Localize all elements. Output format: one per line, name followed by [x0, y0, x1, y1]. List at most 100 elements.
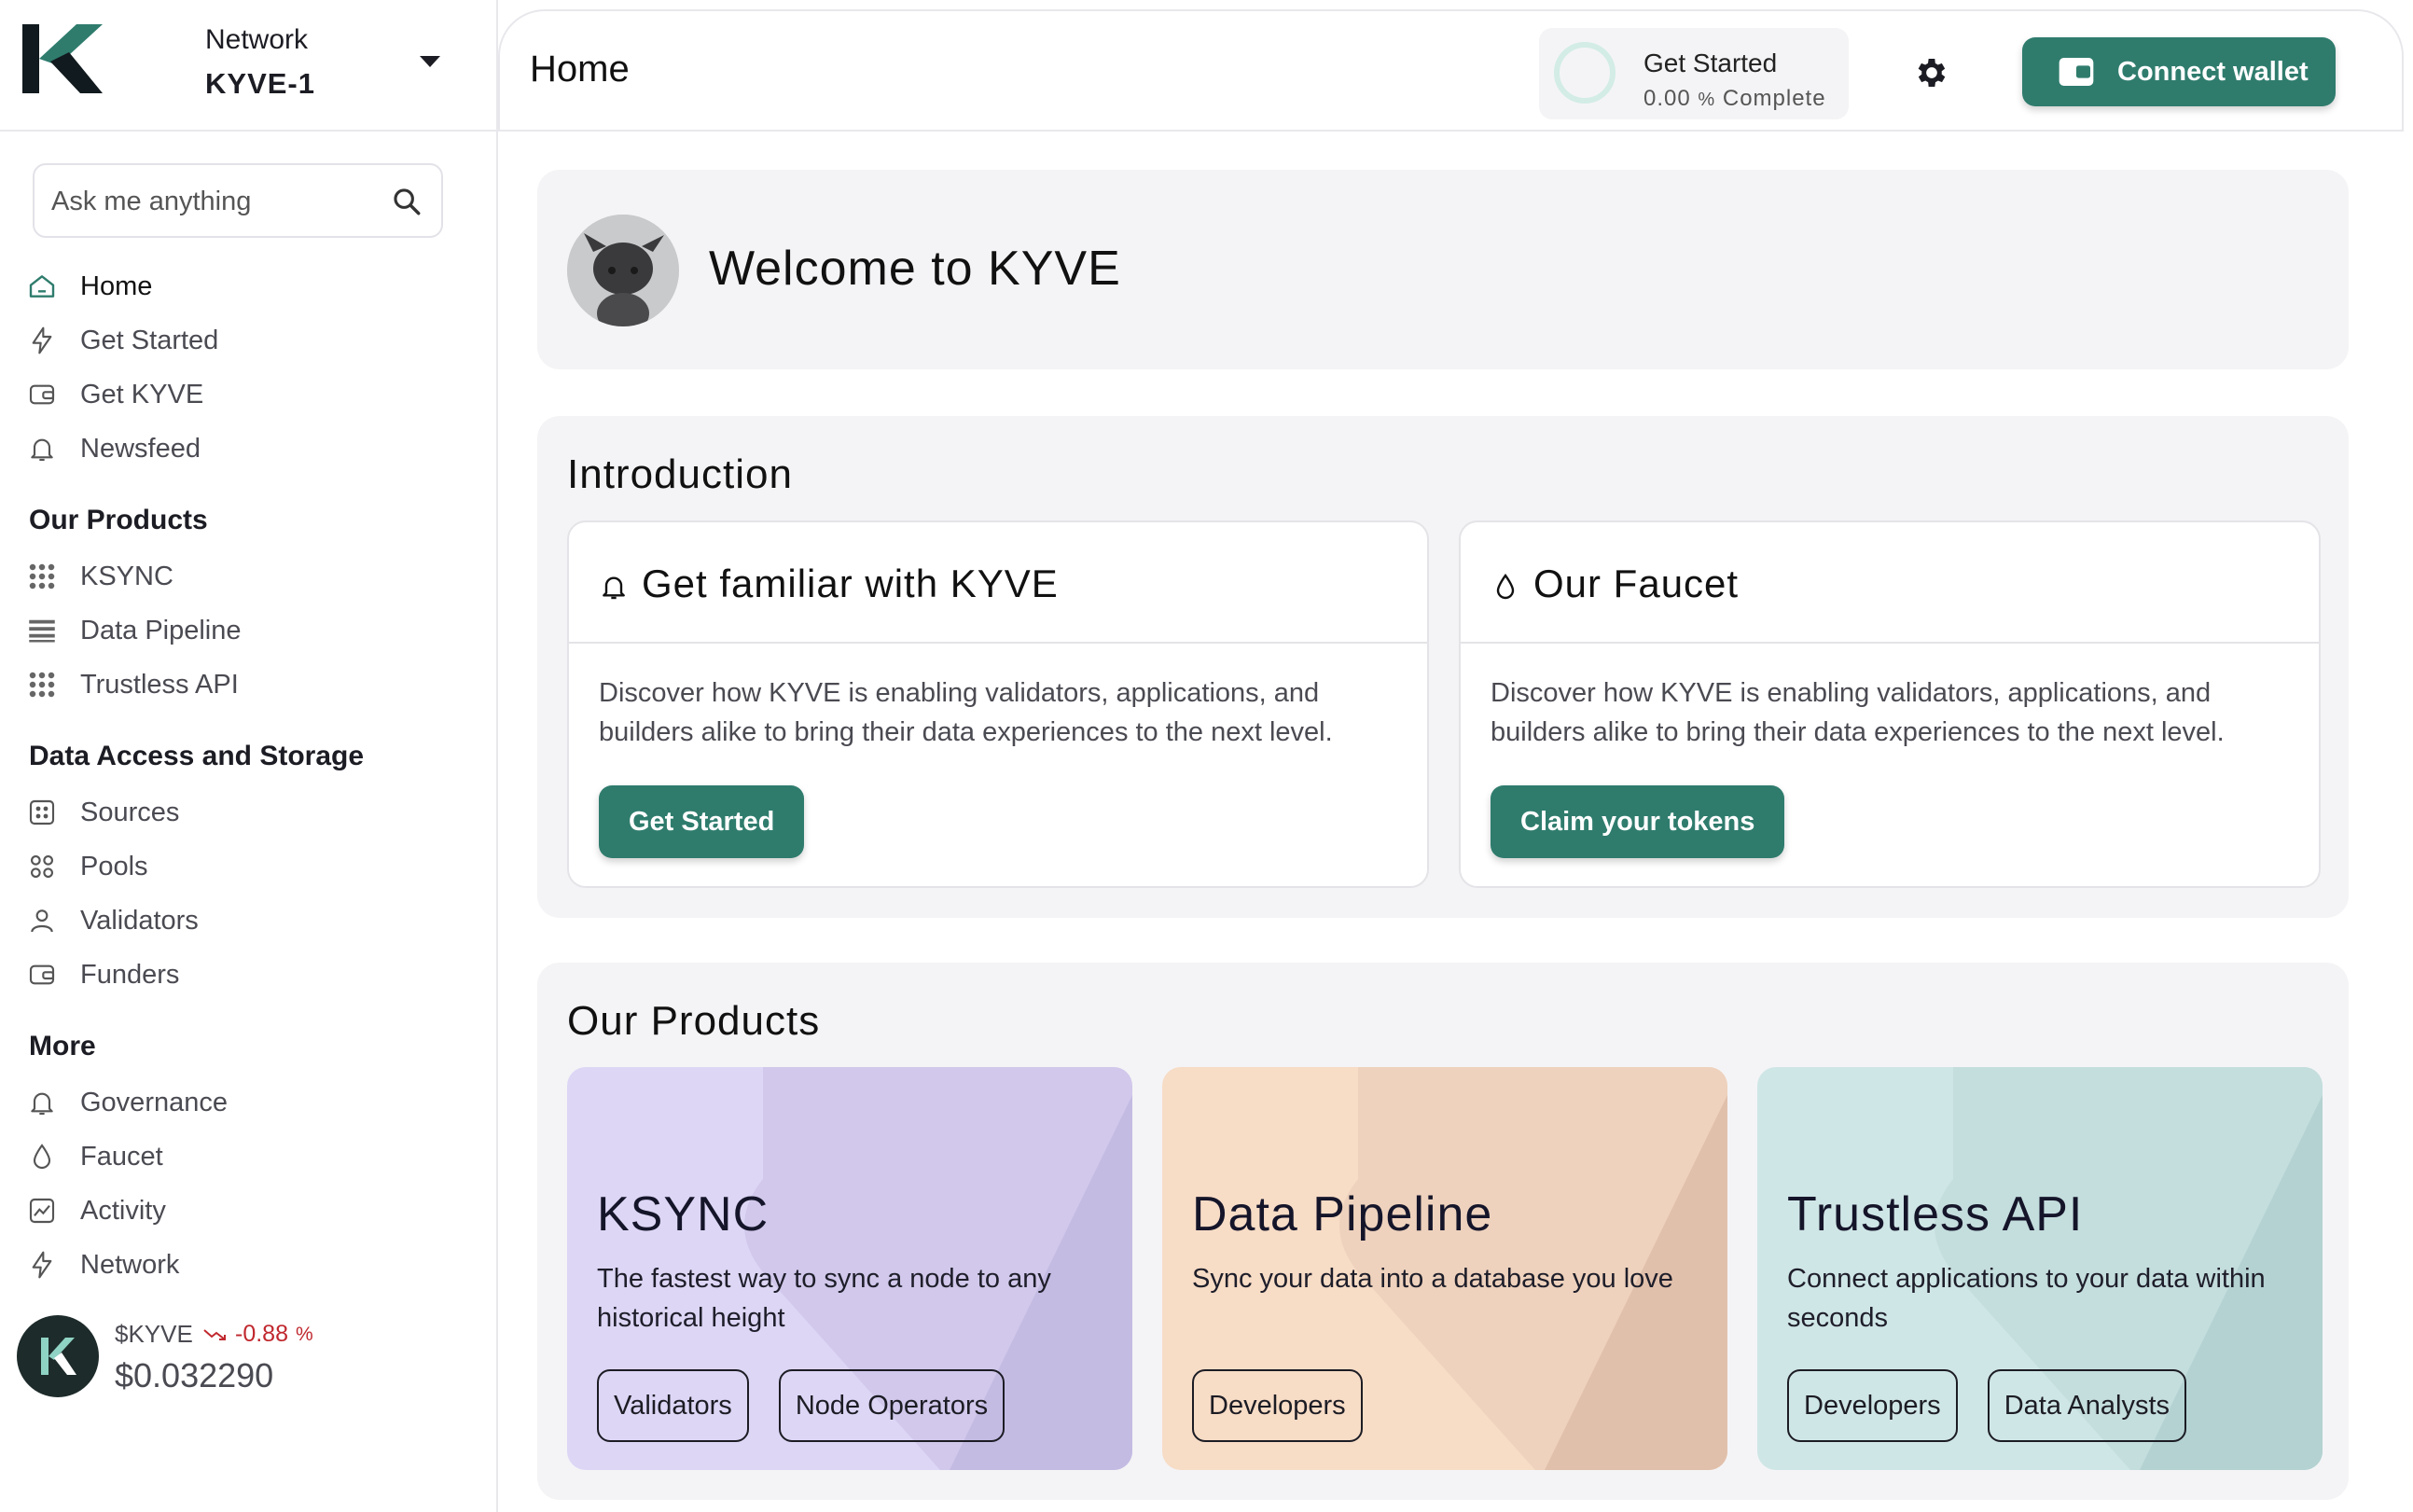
introduction-panel: Introduction Get familiar with KYVE Disc…	[537, 416, 2349, 918]
sidebar-item-ksync[interactable]: KSYNC	[26, 554, 173, 599]
product-card-ksync[interactable]: KSYNC The fastest way to sync a node to …	[567, 1067, 1132, 1470]
bell-icon	[26, 433, 58, 465]
sidebar-item-data-pipeline[interactable]: Data Pipeline	[26, 608, 242, 653]
sidebar-item-label: Get KYVE	[80, 379, 204, 409]
sidebar-item-activity[interactable]: Activity	[26, 1188, 166, 1233]
wallet-icon	[26, 379, 58, 410]
trend-down-icon	[203, 1328, 226, 1340]
sidebar-item-network[interactable]: Network	[26, 1242, 179, 1287]
sidebar-item-faucet[interactable]: Faucet	[26, 1134, 163, 1179]
user-icon	[26, 905, 58, 936]
product-title: KSYNC	[597, 1187, 770, 1242]
avatar	[567, 215, 679, 326]
progress-unit: %	[1698, 90, 1716, 110]
product-title: Trustless API	[1787, 1187, 2084, 1242]
tag-list: Validators Node Operators	[597, 1369, 1005, 1442]
bell-icon	[26, 1087, 58, 1118]
sidebar-item-home[interactable]: Home	[26, 264, 152, 309]
introduction-heading: Introduction	[567, 451, 793, 497]
tag-developers[interactable]: Developers	[1192, 1369, 1363, 1442]
sidebar-item-label: Faucet	[80, 1141, 163, 1172]
kyve-logo[interactable]	[22, 24, 103, 93]
sidebar-item-validators[interactable]: Validators	[26, 898, 199, 943]
wallet-icon	[26, 959, 58, 991]
connect-wallet-button[interactable]: Connect wallet	[2022, 37, 2336, 106]
search-icon[interactable]	[391, 186, 423, 217]
tag-node-operators[interactable]: Node Operators	[778, 1369, 1005, 1442]
chevron-down-icon[interactable]	[420, 56, 440, 67]
sidebar-item-get-kyve[interactable]: Get KYVE	[26, 372, 203, 417]
progress-suffix: Complete	[1722, 86, 1826, 111]
bell-icon	[603, 576, 625, 600]
sidebar-item-get-started[interactable]: Get Started	[26, 318, 218, 363]
page-title: Home	[530, 49, 630, 90]
price-change: -0.88 %	[203, 1321, 313, 1348]
sidebar-item-label: Funders	[80, 959, 180, 990]
welcome-title: Welcome to KYVE	[709, 242, 1121, 296]
bolt-icon	[26, 325, 58, 356]
progress-value: 0.00	[1643, 86, 1691, 111]
section-heading-data-access: Data Access and Storage	[29, 741, 365, 771]
gear-icon[interactable]	[1913, 54, 1950, 91]
sidebar-item-label: Governance	[80, 1087, 228, 1117]
search-input[interactable]	[51, 182, 387, 221]
tag-list: Developers Data Analysts	[1787, 1369, 2187, 1442]
sidebar-item-label: Pools	[80, 851, 148, 881]
product-description: The fastest way to sync a node to any hi…	[597, 1264, 1051, 1333]
card-text: Discover how KYVE is enabling validators…	[1491, 678, 2225, 747]
sidebar-item-label: Data Pipeline	[80, 615, 242, 645]
product-card-trustless-api[interactable]: Trustless API Connect applications to yo…	[1757, 1067, 2323, 1470]
sidebar: Network KYVE-1 Home Get Started Get KYVE…	[0, 0, 498, 1512]
product-description: Connect applications to your data within…	[1787, 1264, 2266, 1333]
sidebar-item-label: Newsfeed	[80, 433, 201, 464]
card-header: Get familiar with KYVE	[569, 522, 1427, 644]
tag-data-analysts[interactable]: Data Analysts	[1987, 1369, 2187, 1442]
wallet-icon	[2059, 58, 2094, 86]
tag-list: Developers	[1192, 1369, 1363, 1442]
home-icon	[26, 270, 58, 302]
search-box[interactable]	[33, 163, 443, 238]
get-started-progress[interactable]: Get Started 0.00 % Complete	[1539, 28, 1849, 119]
sidebar-item-trustless-api[interactable]: Trustless API	[26, 662, 239, 707]
price-change-value: -0.88	[235, 1321, 288, 1347]
sidebar-item-sources[interactable]: Sources	[26, 790, 179, 835]
tag-validators[interactable]: Validators	[597, 1369, 749, 1442]
get-started-button[interactable]: Get Started	[599, 785, 805, 858]
top-header: Home Get Started 0.00 % Complete Connect…	[498, 9, 2404, 132]
sidebar-item-funders[interactable]: Funders	[26, 952, 179, 997]
section-heading-more: More	[29, 1031, 96, 1061]
claim-tokens-button[interactable]: Claim your tokens	[1491, 785, 1785, 858]
drop-icon	[26, 1141, 58, 1172]
token-price-widget[interactable]: $KYVE -0.88 % $0.032290	[17, 1315, 483, 1401]
product-card-data-pipeline[interactable]: Data Pipeline Sync your data into a data…	[1162, 1067, 1727, 1470]
sidebar-item-governance[interactable]: Governance	[26, 1080, 228, 1125]
price-change-unit: %	[295, 1323, 313, 1345]
sidebar-item-label: KSYNC	[80, 561, 173, 591]
pools-icon	[26, 851, 58, 882]
sidebar-item-newsfeed[interactable]: Newsfeed	[26, 426, 201, 471]
connect-wallet-label: Connect wallet	[2117, 56, 2309, 87]
tag-developers[interactable]: Developers	[1787, 1369, 1958, 1442]
drop-icon	[1496, 573, 1515, 600]
welcome-panel: Welcome to KYVE	[537, 170, 2349, 369]
progress-title: Get Started	[1643, 49, 1778, 77]
network-value[interactable]: KYVE-1	[205, 67, 315, 101]
sidebar-item-label: Network	[80, 1249, 180, 1280]
bolt-icon	[26, 1249, 58, 1281]
products-panel: Our Products KSYNC The fastest way to sy…	[537, 963, 2349, 1500]
sidebar-item-label: Home	[80, 270, 153, 301]
token-price-value: $0.032290	[115, 1356, 274, 1394]
sidebar-item-label: Sources	[80, 797, 180, 827]
intro-card-faucet: Our Faucet Discover how KYVE is enabling…	[1459, 520, 2321, 888]
sidebar-item-label: Activity	[80, 1195, 166, 1226]
kyve-token-logo	[17, 1315, 99, 1397]
progress-ring-icon	[1554, 42, 1616, 104]
grid-icon	[26, 615, 58, 646]
sidebar-item-label: Validators	[80, 905, 199, 936]
activity-icon	[26, 1195, 58, 1227]
sidebar-item-pools[interactable]: Pools	[26, 844, 148, 889]
token-ticker: $KYVE	[115, 1320, 193, 1348]
grid-icon	[26, 669, 58, 701]
grid-icon	[26, 561, 58, 592]
source-icon	[26, 797, 58, 828]
